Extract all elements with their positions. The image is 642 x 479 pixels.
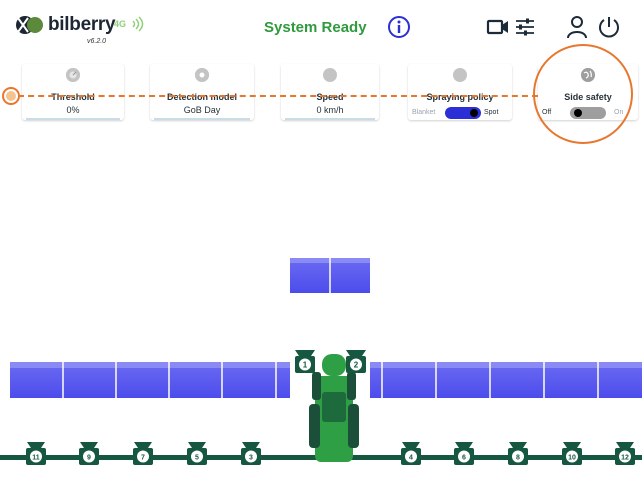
- camera-number-5: 5: [195, 455, 199, 462]
- camera-marker-3[interactable]: 3: [241, 442, 261, 465]
- camera-marker-6[interactable]: 6: [454, 442, 474, 465]
- sprayer-boom-view: 1 2 11 9 7 5 3 4 6 8 10 12: [0, 258, 642, 465]
- camera-marker-5[interactable]: 5: [187, 442, 207, 465]
- camera-marker-10[interactable]: 10: [562, 442, 582, 465]
- camera-number-10: 10: [568, 455, 576, 462]
- camera-marker-12[interactable]: 12: [615, 442, 635, 465]
- camera-number-12: 12: [621, 455, 629, 462]
- camera-number-9: 9: [87, 455, 91, 462]
- camera-marker-7[interactable]: 7: [133, 442, 153, 465]
- camera-marker-2[interactable]: 2: [346, 350, 366, 373]
- spray-segments-right: [370, 362, 642, 398]
- camera-marker-4[interactable]: 4: [401, 442, 421, 465]
- camera-number-2: 2: [354, 361, 359, 370]
- camera-number-8: 8: [516, 455, 520, 462]
- camera-number-3: 3: [249, 455, 253, 462]
- spray-segments-left: [10, 362, 290, 398]
- camera-number-11: 11: [32, 455, 40, 462]
- camera-number-6: 6: [462, 455, 466, 462]
- camera-marker-11[interactable]: 11: [26, 442, 46, 465]
- spray-block-top: [290, 258, 370, 293]
- camera-marker-1[interactable]: 1: [295, 350, 315, 373]
- camera-number-1: 1: [303, 361, 308, 370]
- camera-marker-8[interactable]: 8: [508, 442, 528, 465]
- camera-number-4: 4: [409, 455, 413, 462]
- camera-marker-9[interactable]: 9: [79, 442, 99, 465]
- camera-number-7: 7: [141, 455, 145, 462]
